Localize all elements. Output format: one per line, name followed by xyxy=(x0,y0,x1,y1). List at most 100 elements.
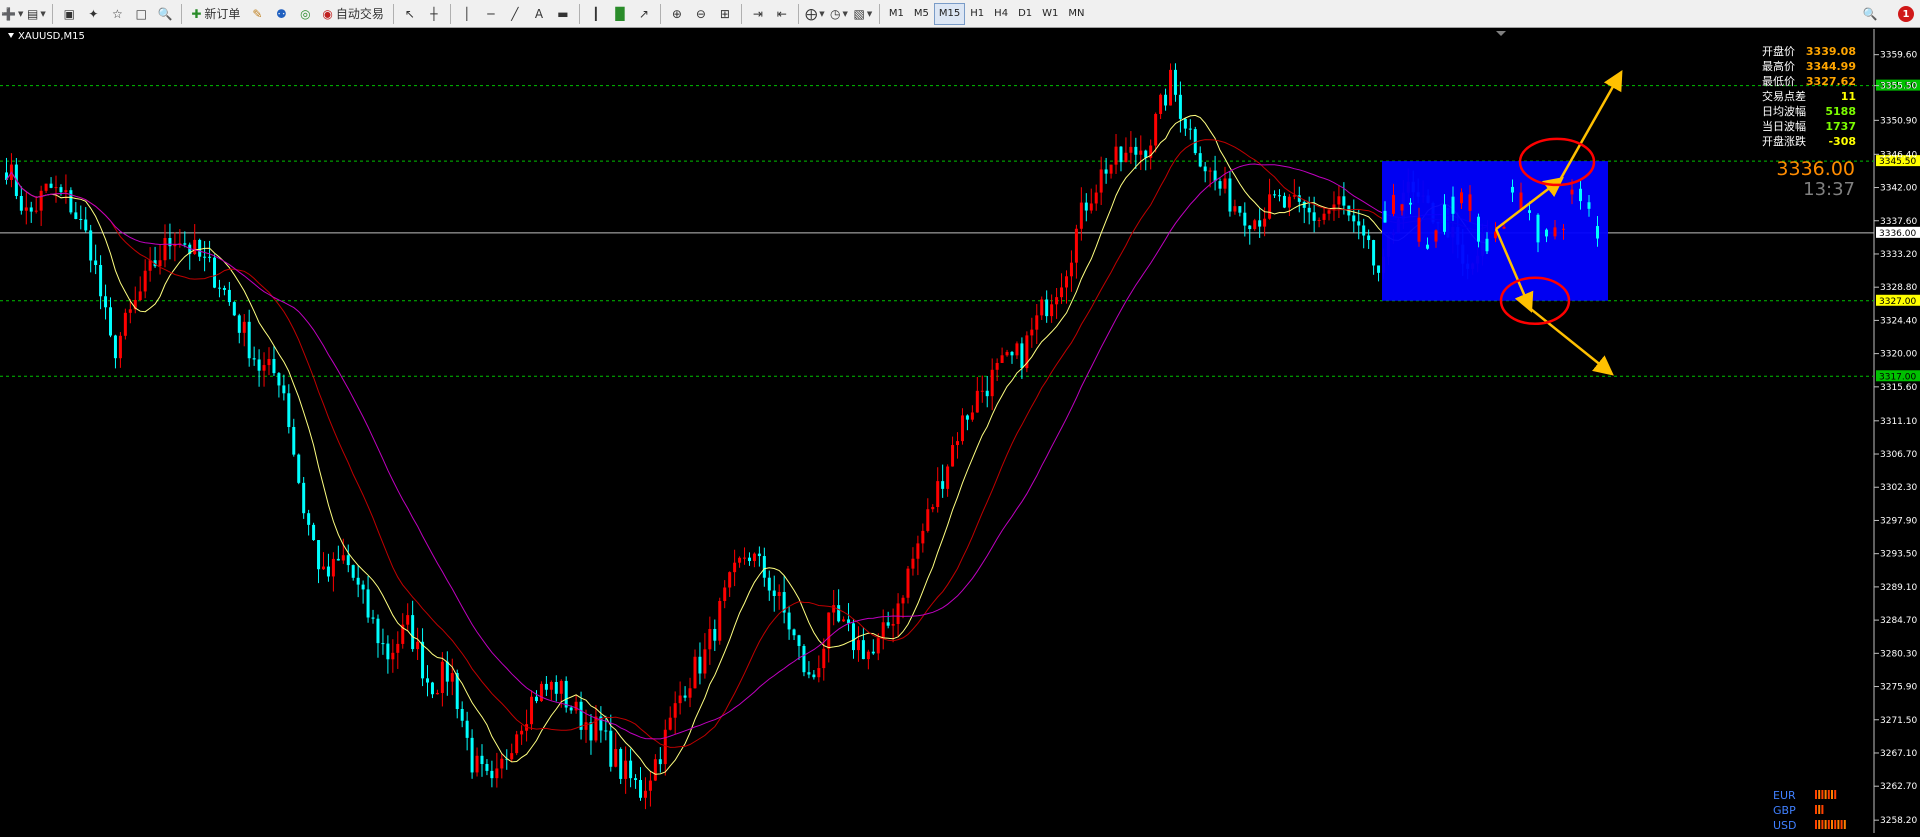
signals-icon[interactable]: ⚉ xyxy=(270,3,292,25)
periods-icon[interactable]: ◷ ▼ xyxy=(828,3,850,25)
candle-body xyxy=(757,553,761,557)
globe-icon[interactable]: ◎ xyxy=(294,3,316,25)
timeframe-m5[interactable]: M5 xyxy=(909,3,934,25)
market-watch-icon[interactable]: ▣ xyxy=(58,3,80,25)
candle-body xyxy=(876,638,880,654)
chart-shift-icon[interactable]: ⇤ xyxy=(771,3,793,25)
candle-body xyxy=(1587,202,1591,209)
vertical-line-icon[interactable]: │ xyxy=(456,3,478,25)
auto-trade-label: 自动交易 xyxy=(335,7,384,21)
crosshair-icon[interactable]: ┼ xyxy=(423,3,445,25)
info-value: 1737 xyxy=(1825,120,1856,133)
candle-body xyxy=(698,656,702,674)
timeframe-h1[interactable]: H1 xyxy=(965,3,989,25)
candle-body xyxy=(871,651,875,654)
auto-scroll-icon[interactable]: ⇥ xyxy=(747,3,769,25)
strength-bar xyxy=(1831,790,1833,799)
timeframe-d1[interactable]: D1 xyxy=(1013,3,1037,25)
main-toolbar: ➕ ▼ ▤ ▼ ▣ ✦ ☆ □ 🔍 ✚ 新订单 ✎ ⚉ ◎ ◉ 自动交易 ↖ ┼ │ ─… xyxy=(0,0,1920,28)
timeframe-m15[interactable]: M15 xyxy=(933,2,966,25)
symbol-label: XAUUSD,M15 xyxy=(18,31,85,42)
price-axis-label: 3289.10 xyxy=(1880,583,1917,593)
price-axis-label: 3342.00 xyxy=(1880,184,1917,194)
strength-bar xyxy=(1815,790,1817,799)
candle-body xyxy=(331,558,335,577)
candle-body xyxy=(802,645,806,673)
terminal-icon[interactable]: □ xyxy=(130,3,152,25)
templates-icon[interactable]: ▧ ▼ xyxy=(852,3,874,25)
info-value: 3327.62 xyxy=(1806,75,1856,88)
price-chart[interactable]: 3355.503345.503336.003327.003317.00 3359… xyxy=(0,29,1920,833)
candle-body xyxy=(326,566,330,577)
candle-body xyxy=(856,640,860,651)
pencil-icon[interactable]: ✎ xyxy=(246,3,268,25)
candle-body xyxy=(297,454,301,483)
candle-chart-icon[interactable]: █ xyxy=(609,3,631,25)
zoom-in-icon[interactable]: ⊕ xyxy=(666,3,688,25)
notification-badge[interactable]: 1 xyxy=(1898,6,1914,22)
tester-icon[interactable]: 🔍 xyxy=(154,3,176,25)
cursor-icon[interactable]: ↖ xyxy=(399,3,421,25)
candle-body xyxy=(148,260,152,271)
candle-body xyxy=(916,543,920,559)
candle-body xyxy=(792,629,796,636)
candle-body xyxy=(1089,203,1093,211)
horizontal-line-icon[interactable]: ─ xyxy=(480,3,502,25)
favorites-icon[interactable]: ☆ xyxy=(106,3,128,25)
candle-body xyxy=(321,566,325,570)
candle-body xyxy=(257,359,261,371)
candle-body xyxy=(1193,129,1197,154)
candle-body xyxy=(762,556,766,578)
timeframe-mn[interactable]: MN xyxy=(1063,3,1089,25)
strength-bar xyxy=(1834,790,1837,799)
candle-body xyxy=(361,584,365,590)
timeframe-h4[interactable]: H4 xyxy=(989,3,1013,25)
navigator-icon[interactable]: ✦ xyxy=(82,3,104,25)
candle-body xyxy=(1129,146,1133,153)
candle-body xyxy=(1287,196,1291,208)
candle-body xyxy=(1064,276,1068,288)
candle-body xyxy=(24,207,28,211)
zoom-out-icon[interactable]: ⊖ xyxy=(690,3,712,25)
new-order-button[interactable]: ✚ 新订单 xyxy=(187,3,244,25)
line-chart-icon[interactable]: ↗ xyxy=(633,3,655,25)
candle-body xyxy=(49,183,53,188)
profiles-icon[interactable]: ▤ ▼ xyxy=(25,3,47,25)
candle-body xyxy=(1183,118,1187,129)
candle-body xyxy=(1468,194,1472,211)
price-axis-label: 3311.10 xyxy=(1880,417,1917,427)
candle-body xyxy=(708,628,712,650)
new-chart-icon[interactable]: ➕ ▼ xyxy=(1,3,23,25)
trendline-icon[interactable]: ╱ xyxy=(504,3,526,25)
text-icon[interactable]: A xyxy=(528,3,550,25)
chart-area[interactable]: 3355.50 3345.50 3336.00 3327.00 3317.00 3359… xyxy=(0,29,1920,833)
candle-body xyxy=(1362,225,1366,236)
search-icon[interactable]: 🔍 xyxy=(1859,3,1881,25)
tile-icon[interactable]: ⊞ xyxy=(714,3,736,25)
bar-chart-icon[interactable]: ┃ xyxy=(585,3,607,25)
candle-body xyxy=(1000,355,1004,363)
price-axis-label: 3267.10 xyxy=(1880,749,1917,759)
label-icon[interactable]: ▬ xyxy=(552,3,574,25)
timeframe-w1[interactable]: W1 xyxy=(1037,3,1063,25)
candle-body xyxy=(1188,128,1192,130)
indicators-icon[interactable]: ⨁ ▼ xyxy=(804,3,826,25)
candle-body xyxy=(931,506,935,510)
candle-body xyxy=(272,358,276,374)
candle-body xyxy=(866,651,870,660)
timeframe-m1[interactable]: M1 xyxy=(884,3,909,25)
candle-body xyxy=(990,369,994,397)
candle-body xyxy=(89,230,93,261)
candle-body xyxy=(549,681,553,690)
candle-body xyxy=(262,365,266,371)
candle-body xyxy=(500,758,504,769)
candle-body xyxy=(896,603,900,624)
auto-trade-button[interactable]: ◉ 自动交易 xyxy=(318,3,388,25)
strength-bar xyxy=(1818,820,1821,829)
candle-body xyxy=(614,749,618,767)
candle-body xyxy=(430,682,434,695)
candle-body xyxy=(1409,202,1412,205)
candle-body xyxy=(128,309,132,313)
candle-body xyxy=(653,759,657,781)
candle-body xyxy=(1400,204,1404,211)
